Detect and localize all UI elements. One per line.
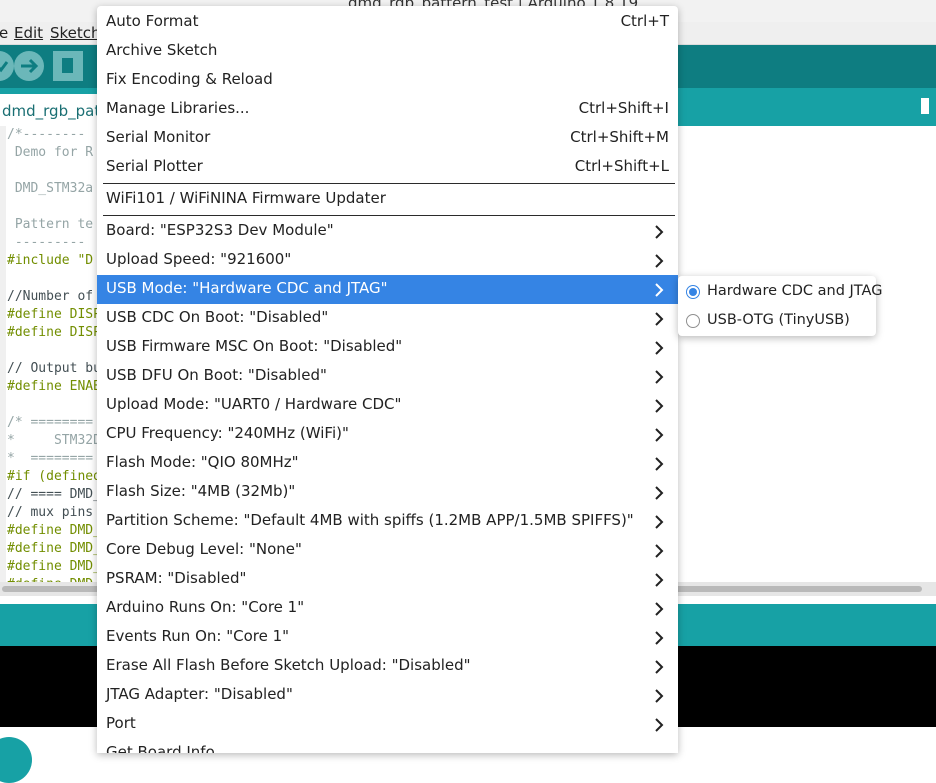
arrow-right-icon	[21, 58, 39, 74]
verify-button[interactable]	[0, 51, 14, 81]
menu-item-flash-size[interactable]: Flash Size: "4MB (32Mb)"	[97, 478, 678, 507]
menu-item-label: Get Board Info	[106, 743, 215, 753]
chevron-right-icon	[655, 341, 664, 355]
usb-mode-submenu: Hardware CDC and JTAG USB-OTG (TinyUSB)	[678, 276, 882, 336]
chevron-right-icon	[655, 370, 664, 384]
menu-item-cpu-frequency[interactable]: CPU Frequency: "240MHz (WiFi)"	[97, 420, 678, 449]
submenu-option-label: USB-OTG (TinyUSB)	[707, 312, 850, 328]
menu-item-board[interactable]: Board: "ESP32S3 Dev Module"	[97, 217, 678, 246]
menu-item-upload-speed[interactable]: Upload Speed: "921600"	[97, 246, 678, 275]
menu-item-serial-monitor[interactable]: Serial Monitor Ctrl+Shift+M	[97, 124, 678, 153]
menu-item-label: Upload Mode: "UART0 / Hardware CDC"	[106, 395, 402, 413]
menu-item-jtag-adapter[interactable]: JTAG Adapter: "Disabled"	[97, 681, 678, 710]
check-icon	[0, 61, 9, 73]
menu-item-label: CPU Frequency: "240MHz (WiFi)"	[106, 424, 349, 442]
chevron-right-icon	[655, 544, 664, 558]
tab-sketch-label: dmd_rgb_patt	[2, 102, 107, 120]
chevron-right-icon	[655, 573, 664, 587]
menu-item-label: USB Firmware MSC On Boot: "Disabled"	[106, 337, 403, 355]
menu-item-core-debug-level[interactable]: Core Debug Level: "None"	[97, 536, 678, 565]
menu-item-psram[interactable]: PSRAM: "Disabled"	[97, 565, 678, 594]
menu-item-label: Manage Libraries...	[106, 99, 250, 117]
menu-item-label: Core Debug Level: "None"	[106, 540, 302, 558]
chevron-right-icon	[655, 457, 664, 471]
menu-item-auto-format[interactable]: Auto Format Ctrl+T	[97, 8, 678, 37]
menu-item-label: Fix Encoding & Reload	[106, 70, 273, 88]
chevron-right-icon	[655, 515, 664, 529]
menu-item-label: WiFi101 / WiFiNINA Firmware Updater	[106, 189, 386, 207]
menu-item-label: USB DFU On Boot: "Disabled"	[106, 366, 327, 384]
radio-unselected-icon	[686, 314, 700, 328]
menu-item-erase-all-flash[interactable]: Erase All Flash Before Sketch Upload: "D…	[97, 652, 678, 681]
menu-separator	[103, 215, 675, 216]
menu-item-label: Serial Monitor	[106, 128, 211, 146]
chevron-right-icon	[655, 428, 664, 442]
chevron-right-icon	[655, 631, 664, 645]
new-sketch-button[interactable]	[53, 51, 83, 81]
menu-item-label: Flash Size: "4MB (32Mb)"	[106, 482, 296, 500]
menu-item-shortcut: Ctrl+Shift+L	[574, 157, 669, 175]
menubar-sketch-label: Sketch	[50, 24, 101, 42]
chevron-right-icon	[655, 399, 664, 413]
chevron-right-icon	[655, 225, 664, 239]
chevron-right-icon	[655, 660, 664, 674]
menu-item-usb-cdc-on-boot[interactable]: USB CDC On Boot: "Disabled"	[97, 304, 678, 333]
radio-selected-icon	[686, 285, 700, 299]
menu-item-usb-dfu-on-boot[interactable]: USB DFU On Boot: "Disabled"	[97, 362, 678, 391]
menu-item-shortcut: Ctrl+Shift+I	[578, 99, 669, 117]
menu-item-shortcut: Ctrl+T	[620, 12, 669, 30]
menu-item-label: Board: "ESP32S3 Dev Module"	[106, 221, 334, 239]
chevron-right-icon	[655, 254, 664, 268]
menu-item-usb-mode[interactable]: USB Mode: "Hardware CDC and JTAG"	[97, 275, 678, 304]
menu-item-label: USB CDC On Boot: "Disabled"	[106, 308, 329, 326]
menu-item-port[interactable]: Port	[97, 710, 678, 739]
tab-sketch[interactable]: dmd_rgb_patt	[0, 94, 110, 126]
menu-item-get-board-info[interactable]: Get Board Info	[97, 739, 678, 753]
menu-item-archive-sketch[interactable]: Archive Sketch	[97, 37, 678, 66]
chevron-right-icon	[655, 718, 664, 732]
upload-button[interactable]	[14, 51, 44, 81]
menu-item-firmware-updater[interactable]: WiFi101 / WiFiNINA Firmware Updater	[97, 185, 678, 214]
submenu-option-hardware-cdc-jtag[interactable]: Hardware CDC and JTAG	[678, 277, 882, 306]
menu-separator	[103, 183, 675, 184]
chevron-right-icon	[655, 283, 664, 297]
menu-item-partition-scheme[interactable]: Partition Scheme: "Default 4MB with spif…	[97, 507, 678, 536]
menu-item-arduino-runs-on[interactable]: Arduino Runs On: "Core 1"	[97, 594, 678, 623]
menu-item-upload-mode[interactable]: Upload Mode: "UART0 / Hardware CDC"	[97, 391, 678, 420]
tools-menu: Auto Format Ctrl+T Archive Sketch Fix En…	[97, 6, 678, 753]
menu-item-label: Erase All Flash Before Sketch Upload: "D…	[106, 656, 471, 674]
menu-item-label: Events Run On: "Core 1"	[106, 627, 290, 645]
tab-menu-icon[interactable]	[921, 98, 929, 114]
chevron-right-icon	[655, 602, 664, 616]
menu-item-events-run-on[interactable]: Events Run On: "Core 1"	[97, 623, 678, 652]
menu-item-label: Flash Mode: "QIO 80MHz"	[106, 453, 299, 471]
menu-item-label: Arduino Runs On: "Core 1"	[106, 598, 305, 616]
menu-item-label: JTAG Adapter: "Disabled"	[106, 685, 293, 703]
submenu-option-usb-otg[interactable]: USB-OTG (TinyUSB)	[678, 306, 876, 335]
editor-gutter	[0, 126, 6, 582]
menu-item-flash-mode[interactable]: Flash Mode: "QIO 80MHz"	[97, 449, 678, 478]
menubar-edit-label: Edit	[14, 24, 44, 42]
menu-item-label: Port	[106, 714, 136, 732]
submenu-option-label: Hardware CDC and JTAG	[707, 283, 883, 299]
menubar-sketch[interactable]: Sketch	[50, 24, 101, 42]
chevron-right-icon	[655, 689, 664, 703]
chevron-right-icon	[655, 486, 664, 500]
menu-item-fix-encoding[interactable]: Fix Encoding & Reload	[97, 66, 678, 95]
menubar-file[interactable]: e	[0, 24, 8, 42]
menu-item-label: USB Mode: "Hardware CDC and JTAG"	[106, 279, 388, 297]
menu-item-label: Partition Scheme: "Default 4MB with spif…	[106, 511, 634, 529]
menu-item-label: Serial Plotter	[106, 157, 203, 175]
chevron-right-icon	[655, 312, 664, 326]
menubar-edit[interactable]: Edit	[14, 24, 43, 42]
menu-item-serial-plotter[interactable]: Serial Plotter Ctrl+Shift+L	[97, 153, 678, 182]
menu-item-usb-firmware-msc[interactable]: USB Firmware MSC On Boot: "Disabled"	[97, 333, 678, 362]
menu-item-label: Archive Sketch	[106, 41, 218, 59]
menu-item-manage-libraries[interactable]: Manage Libraries... Ctrl+Shift+I	[97, 95, 678, 124]
menu-item-label: Auto Format	[106, 12, 199, 30]
menu-item-label: Upload Speed: "921600"	[106, 250, 292, 268]
menu-item-shortcut: Ctrl+Shift+M	[570, 128, 669, 146]
menu-item-label: PSRAM: "Disabled"	[106, 569, 247, 587]
